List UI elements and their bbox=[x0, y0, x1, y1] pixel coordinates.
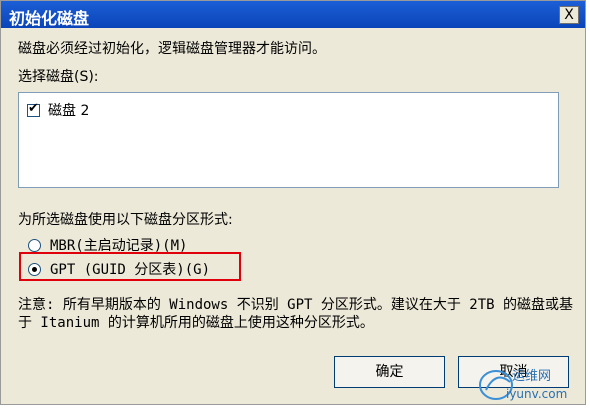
disk-checkbox[interactable]: ✔ bbox=[27, 100, 40, 117]
watermark-logo: 运维网 iyunv.com bbox=[479, 369, 567, 401]
select-disk-label: 选择磁盘(S): bbox=[18, 69, 99, 85]
checkmark-icon: ✔ bbox=[28, 100, 39, 116]
list-item[interactable]: ✔ 磁盘 2 bbox=[27, 100, 89, 120]
watermark-en: iyunv.com bbox=[506, 387, 567, 401]
close-icon: X bbox=[564, 7, 574, 23]
disk-listbox[interactable]: ✔ 磁盘 2 bbox=[18, 92, 559, 188]
radio-button-icon[interactable] bbox=[28, 238, 41, 252]
note-text: 注意: 所有早期版本的 Windows 不识别 GPT 分区形式。建议在大于 2… bbox=[18, 297, 574, 331]
partition-style-label: 为所选磁盘使用以下磁盘分区形式: bbox=[18, 212, 233, 228]
initialize-disk-dialog: 初始化磁盘 X 磁盘必须经过初始化，逻辑磁盘管理器才能访问。 选择磁盘(S): … bbox=[0, 0, 586, 405]
disk-label: 磁盘 2 bbox=[48, 103, 90, 119]
dialog-title: 初始化磁盘 bbox=[9, 9, 90, 28]
radio-button-selected-icon[interactable] bbox=[28, 262, 41, 276]
ok-button[interactable]: 确定 bbox=[334, 356, 445, 388]
watermark-cn: 运维网 bbox=[512, 369, 551, 384]
instruction-message: 磁盘必须经过初始化，逻辑磁盘管理器才能访问。 bbox=[18, 41, 326, 57]
title-bar: 初始化磁盘 X bbox=[1, 1, 585, 28]
radio-gpt[interactable]: GPT (GUID 分区表)(G) bbox=[28, 259, 210, 279]
radio-gpt-label: GPT (GUID 分区表)(G) bbox=[50, 262, 211, 278]
close-button[interactable]: X bbox=[559, 6, 579, 24]
